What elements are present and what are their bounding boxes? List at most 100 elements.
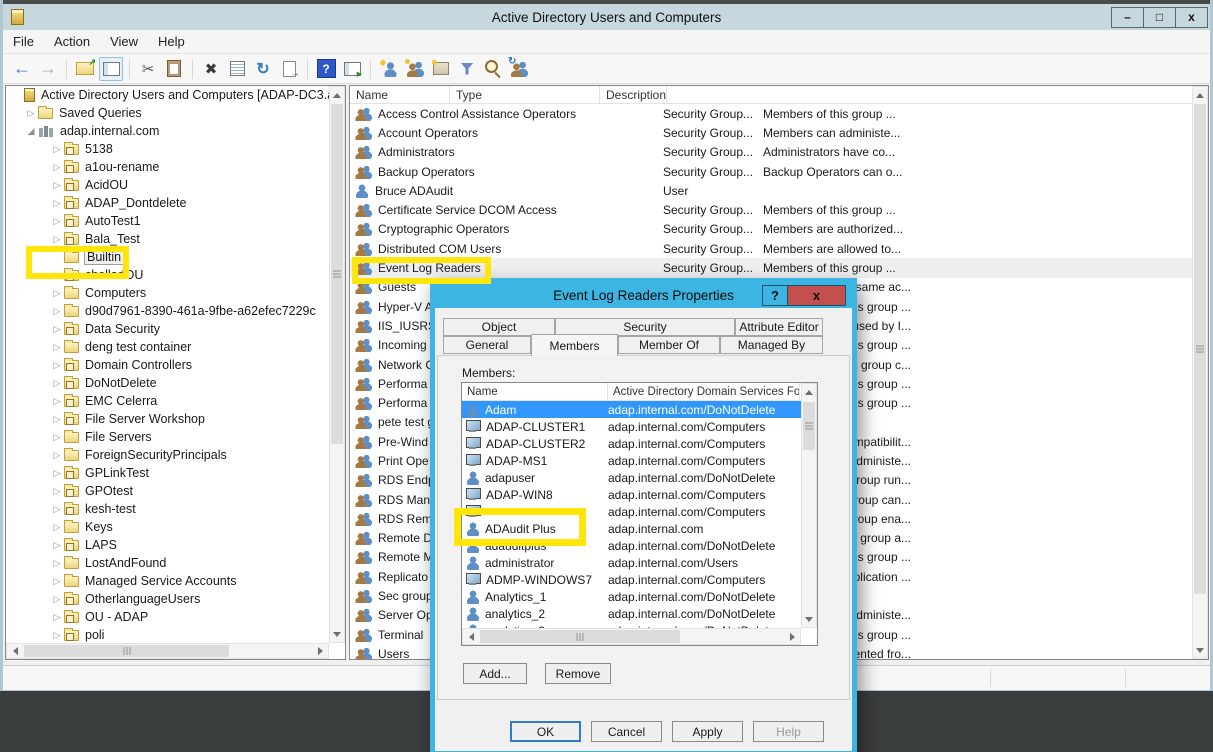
expand-arrow-icon[interactable]: ▷	[50, 540, 64, 551]
new-user-icon[interactable]	[377, 57, 401, 81]
column-header[interactable]: Name	[462, 383, 608, 400]
apply-button[interactable]: Apply	[672, 721, 743, 742]
expand-arrow-icon[interactable]: ▷	[50, 558, 64, 569]
expand-arrow-icon[interactable]: ▷	[50, 180, 64, 191]
tree-item[interactable]: ▷ LostAndFound	[6, 554, 345, 572]
list-row[interactable]: Bruce ADAudit User	[350, 181, 1208, 200]
member-row[interactable]: Analytics_1 adap.internal.com/DoNotDelet…	[462, 588, 817, 605]
tree-item[interactable]: ▷ poli	[6, 626, 345, 644]
expand-arrow-icon[interactable]: ▷	[50, 612, 64, 623]
member-row[interactable]: ADAP-CLUSTER1 adap.internal.com/Computer…	[462, 418, 817, 435]
tree-item[interactable]: ▷ EMC Celerra	[6, 392, 345, 410]
tree-item[interactable]: ▷ Domain Controllers	[6, 356, 345, 374]
remove-button[interactable]: Remove	[545, 663, 611, 684]
toolbar-separator[interactable]	[129, 59, 130, 79]
toolbar-separator[interactable]	[370, 59, 371, 79]
scroll-thumb[interactable]	[480, 630, 680, 643]
expand-arrow-icon[interactable]: ▷	[50, 216, 64, 227]
ok-button[interactable]: OK	[510, 721, 581, 742]
scroll-left-icon[interactable]	[464, 630, 478, 644]
tree-item[interactable]: ▷ OU - ADAP	[6, 608, 345, 626]
expand-arrow-icon[interactable]: ▷	[50, 594, 64, 605]
menu-item[interactable]: View	[100, 34, 148, 49]
cancel-button[interactable]: Cancel	[591, 721, 662, 742]
tree-item[interactable]: ▷ Saved Queries	[6, 104, 345, 122]
member-row[interactable]: ADAP-MS1 adap.internal.com/Computers	[462, 452, 817, 469]
expand-arrow-icon[interactable]: ▷	[50, 414, 64, 425]
member-row[interactable]: analytics_2 adap.internal.com/DoNotDelet…	[462, 605, 817, 622]
scroll-right-icon[interactable]	[313, 644, 327, 658]
list-row[interactable]: Cryptographic Operators Security Group..…	[350, 220, 1208, 239]
tree-item[interactable]: ▷ File Server Workshop	[6, 410, 345, 428]
expand-arrow-icon[interactable]: ▷	[50, 378, 64, 389]
tree-item[interactable]: ▷ OtherlanguageUsers	[6, 590, 345, 608]
tree-item[interactable]: ▷ Data Security	[6, 320, 345, 338]
dialog-help-button[interactable]: ?	[762, 285, 788, 306]
member-row[interactable]: Adam adap.internal.com/DoNotDelete	[462, 401, 817, 418]
tree-item[interactable]: ▷ DoNotDelete	[6, 374, 345, 392]
tree-item[interactable]: ▷ 5138	[6, 140, 345, 158]
expand-arrow-icon[interactable]: ▷	[50, 504, 64, 515]
member-row[interactable]: ADAP-CLUSTER2 adap.internal.com/Computer…	[462, 435, 817, 452]
find-icon[interactable]	[481, 57, 505, 81]
new-group-icon[interactable]	[403, 57, 427, 81]
list-vertical-scrollbar[interactable]	[1192, 86, 1208, 659]
new-ou-icon[interactable]	[429, 57, 453, 81]
tree-item[interactable]: ▷ LAPS	[6, 536, 345, 554]
expand-arrow-icon[interactable]: ▷	[50, 468, 64, 479]
list-row[interactable]: Distributed COM Users Security Group... …	[350, 239, 1208, 258]
tree-horizontal-scrollbar[interactable]	[6, 643, 329, 659]
tree-item[interactable]: ▷ Managed Service Accounts	[6, 572, 345, 590]
properties-icon[interactable]	[225, 57, 249, 81]
tree-item[interactable]: ▷ Keys	[6, 518, 345, 536]
expand-arrow-icon[interactable]: ▷	[50, 396, 64, 407]
tree-item[interactable]: ▷ Computers	[6, 284, 345, 302]
list-row[interactable]: Certificate Service DCOM Access Security…	[350, 200, 1208, 219]
expand-arrow-icon[interactable]: ▷	[50, 324, 64, 335]
scroll-down-icon[interactable]	[1193, 643, 1207, 657]
dialog-tab[interactable]: Attribute Editor	[735, 318, 823, 336]
tree-item[interactable]: ▷ GPLinkTest	[6, 464, 345, 482]
toolbar-separator[interactable]	[192, 59, 193, 79]
export-list-icon[interactable]	[277, 57, 301, 81]
scroll-thumb[interactable]	[1194, 104, 1206, 594]
dialog-tab[interactable]: General	[443, 336, 531, 354]
dialog-titlebar[interactable]: Event Log Readers Properties ? x	[435, 283, 852, 308]
column-header[interactable]: Active Directory Domain Services Folder	[608, 383, 800, 400]
scroll-left-icon[interactable]	[8, 644, 22, 658]
expand-arrow-icon[interactable]: ▷	[50, 198, 64, 209]
show-console-tree-icon[interactable]	[99, 57, 123, 81]
menu-item[interactable]: Action	[44, 34, 100, 49]
column-header[interactable]: Type	[450, 86, 600, 103]
expand-arrow-icon[interactable]: ▷	[50, 144, 64, 155]
help-icon[interactable]	[314, 57, 338, 81]
scroll-up-icon[interactable]	[330, 88, 344, 102]
list-row[interactable]: Account Operators Security Group... Memb…	[350, 123, 1208, 142]
column-header[interactable]: Description	[600, 86, 667, 103]
list-row[interactable]: Administrators Security Group... Adminis…	[350, 143, 1208, 162]
expand-arrow-icon[interactable]: ◢	[24, 126, 38, 137]
menu-item[interactable]: Help	[148, 34, 195, 49]
expand-arrow-icon[interactable]: ▷	[50, 342, 64, 353]
dialog-tab[interactable]: Members	[531, 334, 618, 356]
list-row[interactable]: Access Control Assistance Operators Secu…	[350, 104, 1208, 123]
expand-arrow-icon[interactable]: ▷	[50, 576, 64, 587]
tree-item[interactable]: ▷ GPOtest	[6, 482, 345, 500]
filter-icon[interactable]	[455, 57, 479, 81]
member-row[interactable]: administrator adap.internal.com/Users	[462, 554, 817, 571]
tree-item[interactable]: ▷ ADAP_Dontdelete	[6, 194, 345, 212]
members-horizontal-scrollbar[interactable]	[462, 628, 801, 645]
expand-arrow-icon[interactable]: ▷	[50, 486, 64, 497]
forward-icon[interactable]	[36, 57, 60, 81]
member-row[interactable]: ADMP-WINDOWS7 adap.internal.com/Computer…	[462, 571, 817, 588]
members-vertical-scrollbar[interactable]	[801, 383, 817, 628]
scroll-up-icon[interactable]	[1193, 88, 1207, 102]
list-row[interactable]: Backup Operators Security Group... Backu…	[350, 162, 1208, 181]
expand-arrow-icon[interactable]: ▷	[50, 162, 64, 173]
console-window-icon[interactable]	[340, 57, 364, 81]
up-one-level-icon[interactable]	[73, 57, 97, 81]
column-header[interactable]: Name	[350, 86, 450, 103]
expand-arrow-icon[interactable]: ▷	[50, 306, 64, 317]
paste-icon[interactable]	[162, 57, 186, 81]
scroll-down-icon[interactable]	[330, 627, 344, 641]
